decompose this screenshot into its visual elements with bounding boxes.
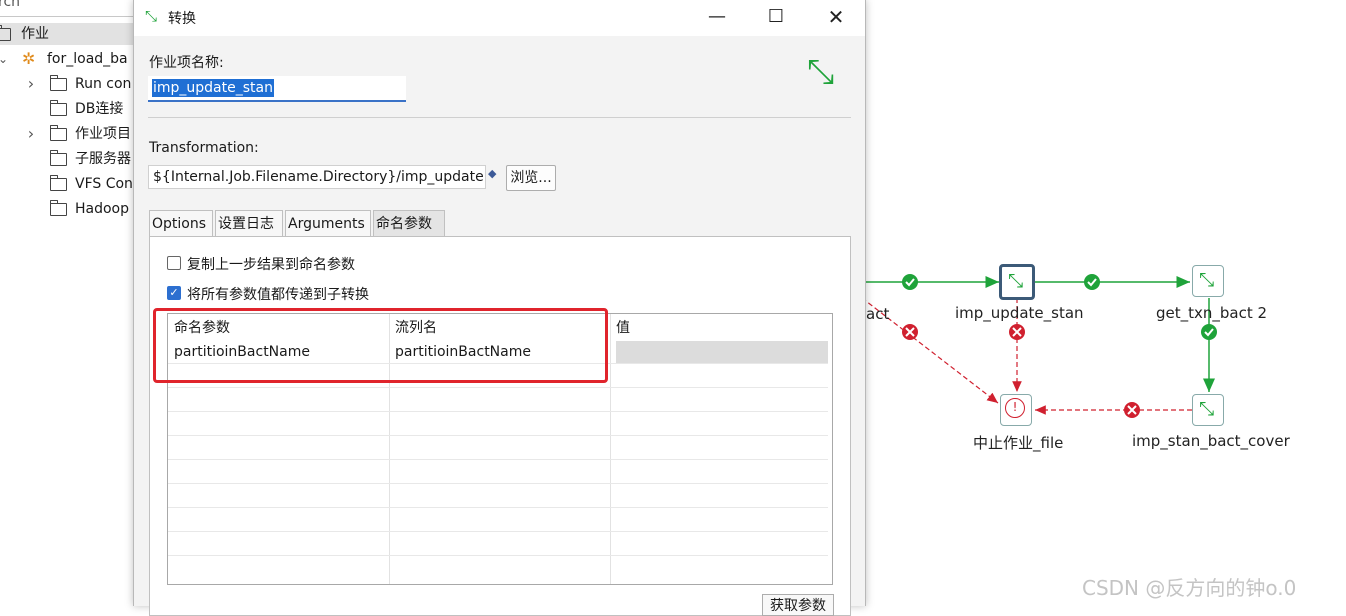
folder-icon bbox=[50, 75, 67, 91]
transformation-dialog: ⤡ 转换 — ☐ ✕ 作业项名称: imp_update_stan ⤡ Tran… bbox=[133, 0, 866, 616]
folder-icon bbox=[50, 200, 67, 216]
grid-line bbox=[610, 314, 611, 584]
job-icon: ✲ bbox=[22, 49, 36, 68]
success-icon bbox=[1201, 324, 1217, 340]
transformation-icon: ⤡ bbox=[1199, 398, 1215, 420]
error-icon bbox=[1124, 402, 1140, 418]
search-input[interactable]: rch bbox=[0, 0, 134, 17]
folder-icon bbox=[0, 25, 11, 41]
node-imp-stan-bact-cover[interactable]: ⤡ bbox=[1192, 394, 1224, 426]
transformation-label: Transformation: bbox=[149, 140, 259, 156]
grid-line bbox=[168, 435, 828, 436]
node-get-txn-bact[interactable]: ⤡ bbox=[1192, 265, 1224, 297]
tree-item-vfs[interactable]: VFS Con bbox=[0, 173, 134, 195]
minimize-button[interactable]: — bbox=[694, 0, 740, 36]
tree-item-run-config[interactable]: › Run con bbox=[0, 73, 134, 95]
grid-line bbox=[168, 483, 828, 484]
transformation-icon: ⤡ bbox=[1008, 270, 1024, 292]
watermark: CSDN @反方向的钟o.0 bbox=[1082, 576, 1297, 600]
dialog-titlebar[interactable]: ⤡ 转换 — ☐ ✕ bbox=[134, 0, 865, 36]
success-icon bbox=[902, 274, 918, 290]
chevron-down-icon[interactable]: ⌄ bbox=[0, 48, 10, 70]
chevron-right-icon[interactable]: › bbox=[24, 123, 38, 145]
grid-line bbox=[168, 411, 828, 412]
copy-results-label: 复制上一步结果到命名参数 bbox=[187, 257, 355, 273]
tab-panel: 复制上一步结果到命名参数 ✓ 将所有参数值都传递到子转换 命名参数 流列名 值 … bbox=[149, 236, 851, 616]
transformation-big-icon: ⤡ bbox=[807, 52, 835, 92]
node-abort[interactable]: ! bbox=[1000, 394, 1032, 426]
folder-icon bbox=[50, 150, 67, 166]
tree-item-job-entries[interactable]: › 作业项目 bbox=[0, 123, 134, 145]
transformation-path-input[interactable]: ${Internal.Job.Filename.Directory}/imp_u… bbox=[148, 165, 486, 189]
tree-item-hadoop[interactable]: Hadoop bbox=[0, 198, 134, 220]
repository-tree: rch 作业 ⌄ ✲ for_load_ba › Run con DB连接 › … bbox=[0, 0, 134, 606]
tab-logging[interactable]: 设置日志 bbox=[215, 210, 283, 236]
grid-line bbox=[168, 387, 828, 388]
transformation-icon: ⤡ bbox=[145, 7, 158, 25]
grid-line bbox=[168, 555, 828, 556]
job-canvas[interactable]: act ⤡ imp_update_stan ⤡ get_txn_bact 2 !… bbox=[862, 0, 1346, 606]
tab-named-params[interactable]: 命名参数 bbox=[373, 210, 445, 236]
chevron-right-icon[interactable]: › bbox=[24, 73, 38, 95]
job-name-input[interactable]: imp_update_stan bbox=[148, 76, 406, 102]
tree-item-job[interactable]: ⌄ ✲ for_load_ba bbox=[0, 48, 134, 70]
variable-icon: ◆ bbox=[488, 167, 497, 180]
tree-item-jobs[interactable]: 作业 bbox=[0, 23, 134, 45]
table-cell[interactable] bbox=[616, 341, 828, 363]
node-label: 中止作业_file bbox=[973, 434, 1064, 452]
grid-line bbox=[168, 459, 828, 460]
transformation-icon: ⤡ bbox=[1199, 269, 1215, 291]
browse-button[interactable]: 浏览... bbox=[506, 165, 556, 191]
folder-icon bbox=[50, 100, 67, 116]
folder-icon bbox=[50, 125, 67, 141]
node-label: get_txn_bact 2 bbox=[1156, 304, 1268, 322]
folder-icon bbox=[50, 175, 67, 191]
node-label: imp_update_stan bbox=[955, 304, 1084, 322]
pass-all-checkbox[interactable]: ✓ bbox=[167, 286, 181, 300]
node-imp-update-stan[interactable]: ⤡ bbox=[999, 264, 1035, 300]
copy-results-checkbox[interactable] bbox=[167, 256, 181, 270]
dialog-title: 转换 bbox=[168, 11, 196, 27]
error-icon bbox=[1009, 324, 1025, 340]
divider bbox=[148, 117, 851, 118]
maximize-button[interactable]: ☐ bbox=[753, 0, 799, 36]
node-label: act bbox=[866, 305, 890, 323]
highlight-box bbox=[153, 308, 608, 383]
job-name-label: 作业项名称: bbox=[149, 55, 224, 71]
get-params-button[interactable]: 获取参数 bbox=[762, 594, 834, 616]
grid-line bbox=[168, 507, 828, 508]
close-button[interactable]: ✕ bbox=[813, 0, 859, 36]
success-icon bbox=[1084, 274, 1100, 290]
tree-item-slave[interactable]: 子服务器 bbox=[0, 148, 134, 170]
abort-icon: ! bbox=[1005, 398, 1025, 418]
node-label: imp_stan_bact_cover bbox=[1132, 432, 1290, 450]
pass-all-label: 将所有参数值都传递到子转换 bbox=[187, 287, 369, 303]
tab-options[interactable]: Options bbox=[149, 210, 213, 236]
tree-item-db[interactable]: DB连接 bbox=[0, 98, 134, 120]
column-header-value[interactable]: 值 bbox=[610, 316, 828, 340]
error-icon bbox=[902, 324, 918, 340]
grid-line bbox=[168, 531, 828, 532]
tab-arguments[interactable]: Arguments bbox=[285, 210, 371, 236]
hop-lines bbox=[862, 274, 1217, 418]
